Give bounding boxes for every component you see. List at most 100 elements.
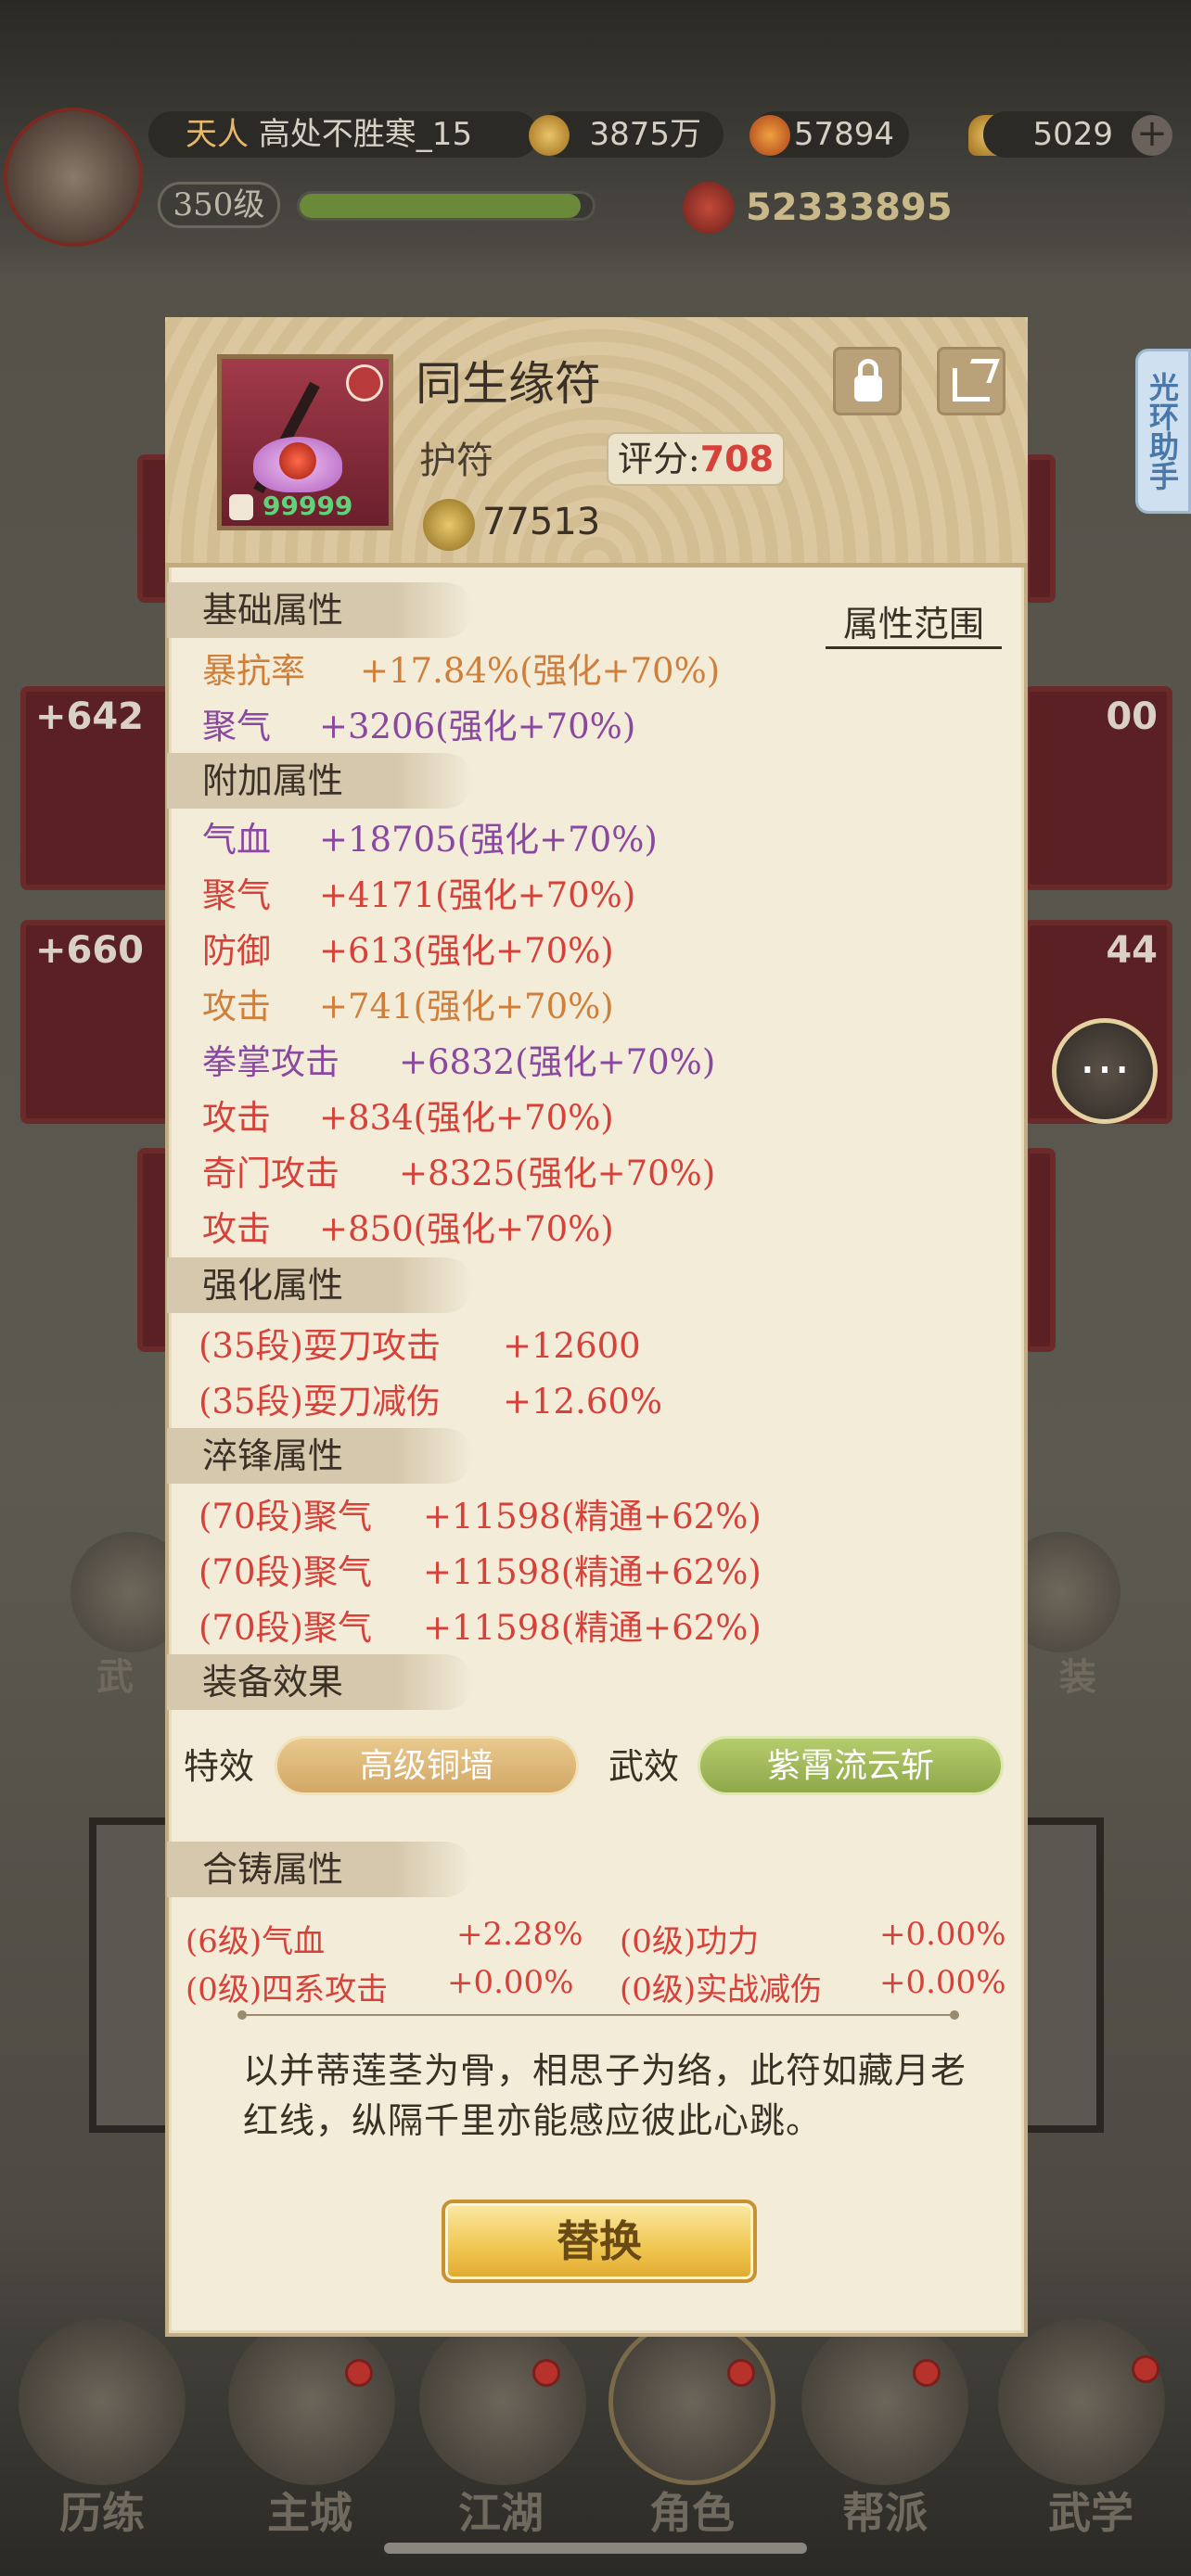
nav-label-city: 主城 <box>267 2488 352 2538</box>
fusion-attr-name: (6级)气血 <box>186 1923 326 1960</box>
nav-city-button[interactable] <box>228 2318 395 2485</box>
extra-attr-row: 聚气 +4171(强化+70%) <box>202 868 635 924</box>
martial-effect-pill[interactable]: 紫霄流云斩 <box>698 1736 1004 1795</box>
fusion-attr-value: +2.28% <box>456 1916 583 1953</box>
nav-martial-button[interactable] <box>998 2318 1165 2485</box>
currency-coin-icon <box>423 499 475 551</box>
bg-equip-card: +660 <box>20 920 178 1124</box>
attr-value: +613(强化+70%) <box>319 931 614 971</box>
lock-small-icon <box>229 494 253 520</box>
extra-attr-row: 攻击 +834(强化+70%) <box>202 1090 614 1146</box>
nav-label-training: 历练 <box>59 2488 145 2538</box>
special-effect-label: 特效 <box>184 1746 255 1787</box>
attr-value: +11598(精通+62%) <box>423 1608 762 1648</box>
section-fusion-attributes: 合铸属性 <box>167 1842 473 1897</box>
lock-button[interactable] <box>833 347 902 415</box>
enhance-attr-row: (35段)耍刀攻击 +12600 <box>198 1319 641 1374</box>
divider <box>239 2014 955 2016</box>
bg-frame-right <box>1020 1817 1104 2133</box>
attr-value: +8325(强化+70%) <box>399 1154 716 1193</box>
bg-equip-card <box>1024 454 1056 603</box>
nav-role-button[interactable] <box>608 2318 775 2485</box>
card-value: +642 <box>35 695 145 738</box>
extra-attr-row: 拳掌攻击 +6832(强化+70%) <box>202 1035 715 1090</box>
attr-name: (35段)耍刀攻击 <box>198 1326 441 1366</box>
nav-label-jianghu: 江湖 <box>458 2488 544 2538</box>
exp-bar <box>297 191 596 221</box>
attr-value: +11598(精通+62%) <box>423 1552 762 1592</box>
fusion-attr-value: +0.00% <box>879 1916 1006 1953</box>
nav-training-button[interactable] <box>19 2318 186 2485</box>
bg-equip-card: +642 <box>20 686 178 890</box>
extra-attr-row: 气血 +18705(强化+70%) <box>202 812 658 868</box>
attribute-range-button[interactable]: 属性范围 <box>826 595 1002 649</box>
attr-name: 聚气 <box>202 707 271 746</box>
player-name-bar: 天人 高处不胜寒_15 <box>148 111 538 158</box>
temper-attr-row: (70段)聚气 +11598(精通+62%) <box>198 1545 762 1600</box>
share-button[interactable] <box>937 347 1005 415</box>
nav-guild-button[interactable] <box>801 2318 968 2485</box>
card-value: 00 <box>1106 695 1158 738</box>
extra-attr-row: 攻击 +741(强化+70%) <box>202 979 614 1035</box>
fusion-attr-name: (0级)实战减伤 <box>620 1971 823 2009</box>
section-enhance-attributes: 强化属性 <box>167 1257 473 1313</box>
copper-value: 3875万 <box>589 116 701 153</box>
gold-value: 5029 <box>1032 116 1113 153</box>
item-icon-level: 99999 <box>263 491 353 521</box>
item-icon: 99999 <box>217 354 393 530</box>
attr-value: +834(强化+70%) <box>319 1098 614 1138</box>
extra-attr-row: 奇门攻击 +8325(强化+70%) <box>202 1146 715 1202</box>
attr-value: +12600 <box>503 1326 641 1366</box>
player-avatar[interactable] <box>4 108 143 247</box>
attr-name: 奇门攻击 <box>202 1154 339 1193</box>
bg-equip-card: 00 <box>1024 686 1172 890</box>
replace-button[interactable]: 替换 <box>442 2200 757 2283</box>
attr-value: +18705(强化+70%) <box>319 820 658 860</box>
bg-right-round-label: 装 <box>1059 1655 1096 1699</box>
item-type: 护符 <box>419 440 493 482</box>
item-description: 以并蒂莲茎为骨，相思子为络，此符如藏月老红线，纵隔千里亦能感应彼此心跳。 <box>243 2050 967 2141</box>
temper-attr-row: (70段)聚气 +11598(精通+62%) <box>198 1489 762 1545</box>
attr-name: 聚气 <box>202 875 271 915</box>
gem-icon <box>279 442 316 479</box>
bg-equip-card <box>1024 1148 1056 1352</box>
notification-dot <box>727 2359 755 2387</box>
nav-label-martial: 武学 <box>1048 2488 1133 2538</box>
attr-value: +17.84%(强化+70%) <box>360 651 721 691</box>
chat-bubble-icon[interactable]: ⋯ <box>1052 1018 1158 1124</box>
rank-badge: 天人 <box>186 116 249 153</box>
attr-name: 攻击 <box>202 1209 271 1249</box>
martial-effect-label: 武效 <box>608 1746 680 1787</box>
power-value: 52333895 <box>746 186 953 229</box>
power-icon <box>683 182 735 234</box>
player-name: 高处不胜寒_15 <box>258 116 473 153</box>
nav-jianghu-button[interactable] <box>419 2318 586 2485</box>
section-temper-attributes: 淬锋属性 <box>167 1428 473 1484</box>
attr-name: (70段)聚气 <box>198 1552 372 1592</box>
attr-name: 攻击 <box>202 987 271 1027</box>
fusion-attr-name: (0级)功力 <box>620 1923 760 1960</box>
resource2-value: 57894 <box>793 116 894 153</box>
section-extra-attributes: 附加属性 <box>167 753 473 809</box>
score-value: 708 <box>699 439 775 479</box>
base-attr-row: 暴抗率 +17.84%(强化+70%) <box>202 644 720 699</box>
home-indicator <box>384 2543 807 2554</box>
attr-value: +3206(强化+70%) <box>319 707 636 746</box>
notification-dot <box>913 2359 941 2387</box>
bottom-nav: 历练 主城 江湖 角色 帮派 武学 <box>0 2309 1191 2576</box>
temper-attr-row: (70段)聚气 +11598(精通+62%) <box>198 1600 762 1656</box>
bg-frame-left <box>89 1817 173 2133</box>
special-effect-pill[interactable]: 高级铜墙 <box>275 1736 579 1795</box>
divider-dot <box>950 2010 959 2020</box>
level-badge: 350级 <box>158 182 280 228</box>
fusion-attr-value: +0.00% <box>447 1964 574 2001</box>
helper-tab[interactable]: 光环助手 <box>1135 349 1191 514</box>
enhance-attr-row: (35段)耍刀减伤 +12.60% <box>198 1374 662 1430</box>
extra-attr-row: 攻击 +850(强化+70%) <box>202 1202 614 1257</box>
attr-value: +6832(强化+70%) <box>399 1042 716 1082</box>
nav-label-role: 角色 <box>649 2488 735 2538</box>
card-value: 44 <box>1106 929 1158 972</box>
add-gold-icon[interactable]: + <box>1132 115 1172 156</box>
notification-dot <box>1132 2355 1159 2383</box>
attr-name: 气血 <box>202 820 271 860</box>
